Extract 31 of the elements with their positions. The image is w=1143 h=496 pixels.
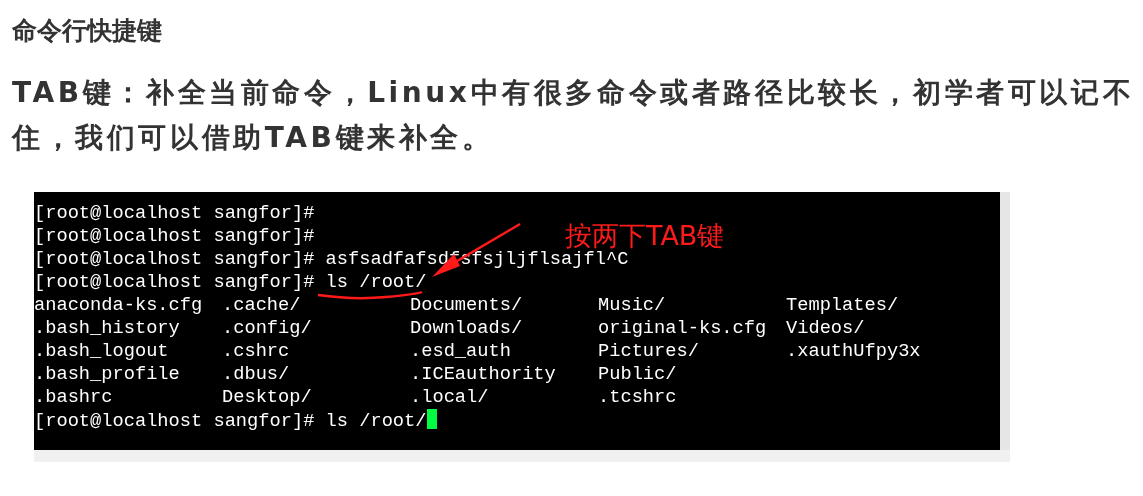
file-name: .cshrc	[222, 340, 290, 363]
file-name: .bash_history	[34, 317, 180, 340]
file-name: .local/	[410, 386, 489, 409]
slide-title: 命令行快捷键	[11, 15, 163, 47]
file-name: .esd_auth	[410, 340, 511, 363]
file-name: .config/	[222, 317, 312, 340]
file-name: Desktop/	[222, 386, 312, 409]
file-name: Videos/	[786, 317, 865, 340]
slide-paragraph: TAB键：补全当前命令，Linux中有很多命令或者路径比较长，初学者可以记不住，我们可以借助TAB键来补全。	[12, 75, 1136, 156]
file-name: .ICEauthority	[410, 363, 556, 386]
terminal-line: [root@localhost sangfor]#	[34, 225, 315, 247]
cursor-icon	[426, 409, 437, 429]
file-name: .bash_profile	[34, 363, 180, 386]
file-name: Public/	[598, 363, 677, 386]
file-name: .tcshrc	[598, 386, 677, 409]
file-name: .bashrc	[34, 386, 113, 409]
file-name: original-ks.cfg	[598, 317, 767, 340]
annotation-text: 按两下TAB键	[565, 219, 725, 251]
file-name: .cache/	[222, 294, 301, 317]
file-name: .xauthUfpy3x	[786, 340, 921, 363]
terminal-line: [root@localhost sangfor]# ls /root/	[34, 410, 427, 432]
file-name: anaconda-ks.cfg	[34, 294, 203, 317]
file-name: Pictures/	[598, 340, 699, 363]
file-name: .bash_logout	[34, 340, 169, 363]
file-name: Downloads/	[410, 317, 523, 340]
terminal-line: [root@localhost sangfor]# ls /root/	[34, 271, 427, 293]
file-name: .dbus/	[222, 363, 290, 386]
file-name: Templates/	[786, 294, 899, 317]
terminal-line: [root@localhost sangfor]#	[34, 202, 315, 224]
file-name: Music/	[598, 294, 666, 317]
file-name: Documents/	[410, 294, 523, 317]
